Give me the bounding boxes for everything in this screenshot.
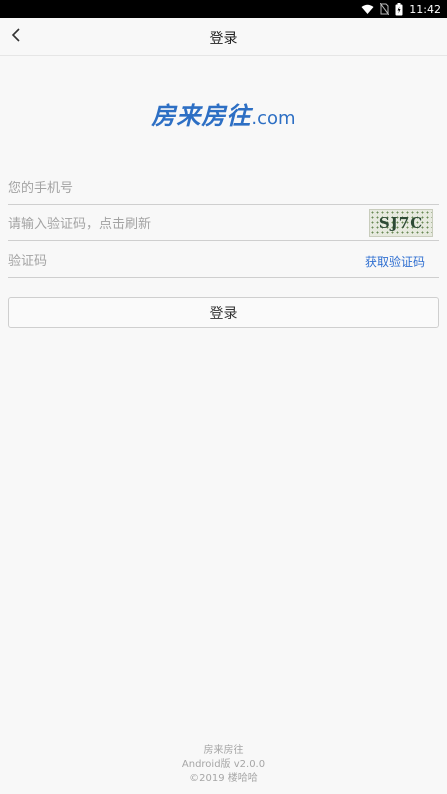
app-bar: 登录 [0, 18, 447, 56]
footer-app-name: 房来房往 [203, 745, 244, 756]
captcha-image[interactable]: SJ7C [369, 209, 433, 237]
captcha-text: SJ7C [378, 214, 424, 232]
logo-domain-text: .com [251, 108, 296, 129]
wifi-icon [361, 4, 374, 15]
login-button[interactable]: 登录 [8, 297, 439, 328]
phone-field[interactable]: 您的手机号 [8, 169, 439, 205]
sms-code-placeholder: 验证码 [8, 254, 48, 269]
battery-icon [395, 2, 403, 16]
captcha-field[interactable]: 请输入验证码，点击刷新 SJ7C [8, 205, 439, 241]
brand-logo: 房来房往.com [0, 96, 447, 131]
sms-code-field[interactable]: 验证码 获取验证码 [8, 242, 439, 278]
no-sim-icon [380, 3, 390, 15]
page-title: 登录 [209, 31, 238, 47]
clock-time: 11:42 [409, 2, 441, 16]
footer-copyright: ©2019 楼哈哈 [189, 773, 258, 784]
phone-placeholder: 您的手机号 [8, 181, 74, 196]
captcha-placeholder: 请输入验证码，点击刷新 [8, 217, 152, 232]
footer-version: Android版 v2.0.0 [181, 759, 266, 770]
get-code-button[interactable]: 获取验证码 [365, 253, 425, 270]
status-bar: 11:42 [0, 0, 447, 18]
footer: 房来房往 Android版 v2.0.0 ©2019 楼哈哈 [0, 744, 447, 786]
logo-brand-text: 房来房往 [151, 102, 252, 130]
